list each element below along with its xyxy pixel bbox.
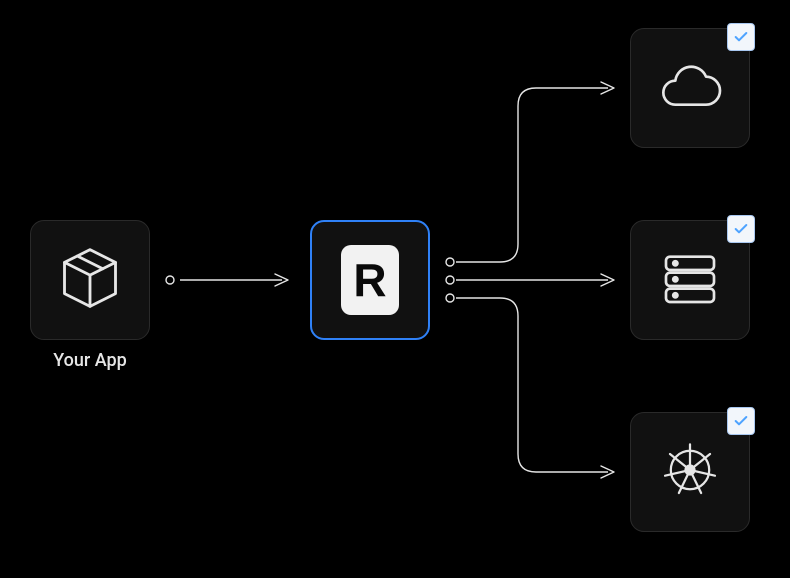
source-label: Your App — [30, 350, 150, 371]
target-node-cloud — [630, 28, 750, 148]
box-icon — [56, 244, 124, 316]
check-badge — [727, 23, 755, 51]
hub-letter: R — [353, 253, 386, 307]
kubernetes-icon — [658, 438, 722, 506]
hub-node: R — [310, 220, 430, 340]
server-icon — [658, 246, 722, 314]
source-node — [30, 220, 150, 340]
cloud-icon — [658, 54, 722, 122]
branch-connector — [440, 40, 630, 520]
r-badge-icon: R — [341, 245, 399, 315]
target-node-kubernetes — [630, 412, 750, 532]
arrow-source-to-hub — [160, 270, 300, 290]
target-node-server — [630, 220, 750, 340]
check-badge — [727, 215, 755, 243]
check-badge — [727, 407, 755, 435]
